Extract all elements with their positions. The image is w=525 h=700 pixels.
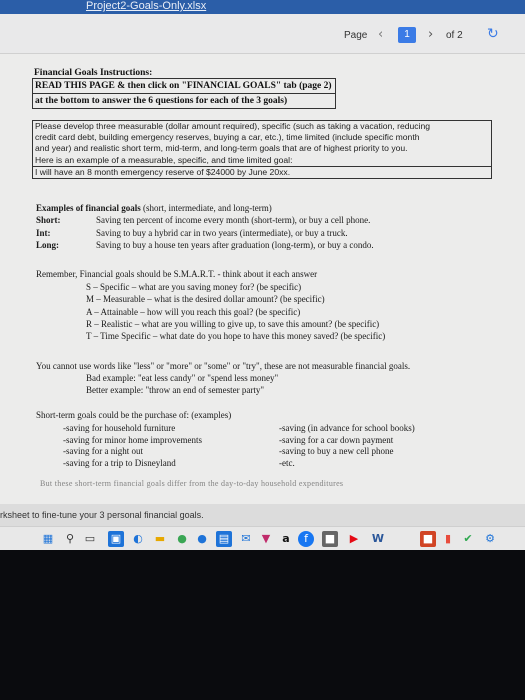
example-row: Int: Saving to buy a hybrid car in two y… (36, 227, 476, 239)
smart-section: Remember, Financial goals should be S.M.… (36, 268, 476, 342)
page-label: Page (344, 30, 368, 41)
mail-icon[interactable]: ✉ (238, 531, 254, 547)
netflix-icon[interactable]: ▶ (346, 531, 362, 547)
file-name[interactable]: Project2-Goals-Only.xlsx (86, 0, 206, 12)
windows-start-icon[interactable]: ▦ (40, 531, 56, 547)
goal-line: and year) and realistic short term, mid-… (35, 143, 408, 154)
list-item: -saving for a night out (63, 446, 143, 457)
measurable-words-section: You cannot use words like "less" or "mor… (36, 360, 486, 397)
goal-line: credit card debt, building emergency res… (35, 132, 420, 143)
refresh-icon[interactable]: ↻ (487, 26, 503, 42)
smart-item: M – Measurable – what is the desired dol… (86, 294, 325, 305)
example-text: Saving ten percent of income every month… (96, 215, 371, 226)
instructions-box: READ THIS PAGE & then click on "FINANCIA… (32, 78, 336, 109)
current-page-field[interactable]: 1 (398, 27, 416, 43)
vpn-icon[interactable]: ▮ (440, 531, 456, 547)
monitor-bezel (0, 550, 525, 700)
list-item: -saving to buy a new cell phone (279, 446, 394, 457)
examples-section: Examples of financial goals (short, inte… (36, 202, 476, 252)
office-icon[interactable]: ■ (420, 531, 436, 547)
instructions-title: Financial Goals Instructions: (34, 68, 153, 78)
page-total: of 2 (446, 30, 463, 41)
search-icon[interactable]: ⚲ (62, 531, 78, 547)
viewer-toolbar: Page ‹ 1 › of 2 ↻ (0, 14, 525, 54)
store-icon[interactable]: ● (194, 531, 210, 547)
smart-item: R – Realistic – what are you willing to … (86, 318, 380, 329)
taskbar: ▦ ⚲ ▭ ▣ ◐ ▬ ● ● ▤ ✉ ▼ a f ■ ▶ W ■ ▮ ✔ ⚙ (0, 526, 525, 550)
smart-intro: Remember, Financial goals should be S.M.… (36, 269, 318, 279)
goal-description-box: Please develop three measurable (dollar … (32, 120, 492, 180)
list-item: -saving (in advance for school books) (279, 423, 415, 434)
words-note: You cannot use words like "less" or "mor… (36, 361, 411, 371)
media-icon[interactable]: ▼ (258, 531, 274, 547)
chevron-right-icon[interactable]: › (428, 27, 440, 43)
calendar-icon[interactable]: ▤ (216, 531, 232, 547)
amazon-icon[interactable]: a (278, 531, 294, 547)
status-text: rksheet to fine-tune your 3 personal fin… (0, 510, 204, 520)
task-view-icon[interactable]: ▭ (82, 531, 98, 547)
smart-item: A – Attainable – how will you reach this… (86, 306, 301, 317)
better-example: Better example: "throw an end of semeste… (86, 385, 265, 396)
chrome-icon[interactable]: ● (174, 531, 190, 547)
facebook-icon[interactable]: f (298, 531, 314, 547)
list-item: -saving for a trip to Disneyland (63, 457, 176, 468)
example-term: Long: (36, 240, 60, 251)
status-strip: rksheet to fine-tune your 3 personal fin… (0, 504, 525, 526)
word-icon[interactable]: W (370, 531, 386, 547)
file-explorer-icon[interactable]: ▣ (108, 531, 124, 547)
list-item: -etc. (279, 457, 295, 468)
video-icon[interactable]: ■ (322, 531, 338, 547)
example-term: Short: (36, 215, 61, 226)
goal-line: Here is an example of a measurable, spec… (35, 154, 293, 165)
folder-icon[interactable]: ▬ (152, 531, 168, 547)
instructions-line: READ THIS PAGE & then click on "FINANCIA… (35, 81, 332, 91)
example-row: Short: Saving ten percent of income ever… (36, 214, 476, 226)
goal-example: I will have an 8 month emergency reserve… (33, 165, 491, 178)
chevron-left-icon[interactable]: ‹ (378, 27, 390, 43)
smart-item: T – Time Specific – what date do you hop… (86, 331, 386, 342)
smart-item: S – Specific – what are you saving money… (86, 282, 302, 293)
cut-off-text: But these short-term financial goals dif… (40, 479, 344, 488)
short-term-section: Short-term goals could be the purchase o… (36, 410, 486, 469)
edge-icon[interactable]: ◐ (130, 531, 146, 547)
example-row: Long: Saving to buy a house ten years af… (36, 239, 476, 251)
window-title-bar: Project2-Goals-Only.xlsx (0, 0, 525, 14)
check-icon[interactable]: ✔ (460, 531, 476, 547)
list-item: -saving for household furniture (63, 423, 176, 434)
example-text: Saving to buy a house ten years after gr… (96, 240, 374, 251)
example-text: Saving to buy a hybrid car in two years … (96, 227, 348, 238)
short-term-intro: Short-term goals could be the purchase o… (36, 410, 232, 420)
short-term-column-2: -saving (in advance for school books) -s… (279, 423, 486, 469)
examples-header: Examples of financial goals (short, inte… (36, 203, 272, 213)
bad-example: Bad example: "eat less candy" or "spend … (86, 373, 279, 384)
goal-line: Please develop three measurable (dollar … (35, 121, 431, 131)
short-term-column-1: -saving for household furniture -saving … (36, 423, 279, 469)
settings-icon[interactable]: ⚙ (482, 531, 498, 547)
list-item: -saving for a car down payment (279, 434, 394, 445)
list-item: -saving for minor home improvements (63, 434, 202, 445)
instructions-line: at the bottom to answer the 6 questions … (33, 93, 335, 108)
document-page: Financial Goals Instructions: READ THIS … (0, 54, 525, 504)
example-term: Int: (36, 227, 51, 238)
